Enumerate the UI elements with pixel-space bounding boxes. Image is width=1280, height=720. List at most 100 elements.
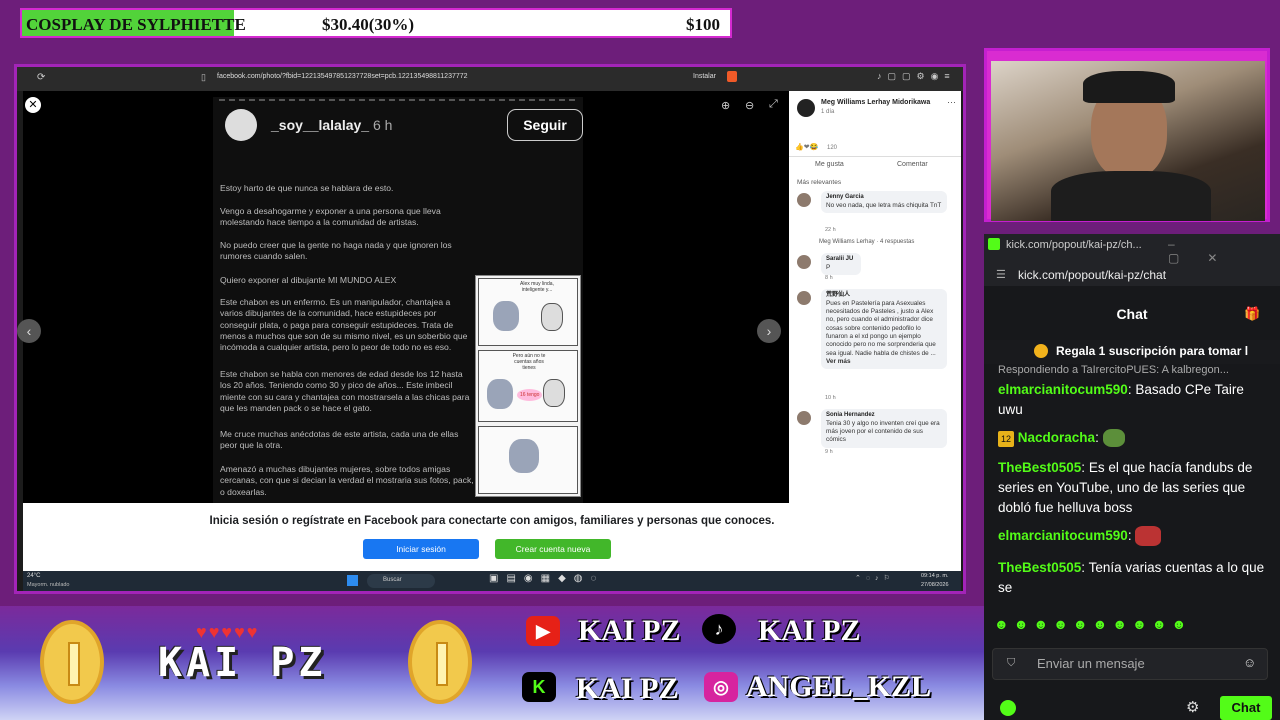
chat-message: 12 Nacdoracha:	[998, 428, 1266, 448]
kick-logo-icon	[1000, 700, 1016, 716]
more-options-icon[interactable]: ⋯	[947, 97, 956, 108]
pinned-app-icons[interactable]: ▣▤◉▦◆◍◌	[489, 573, 604, 584]
donation-goal-bar: COSPLAY DE SYLPHIETTE $30.40(30%) $100	[20, 8, 732, 38]
instagram-handle: ANGEL_KZL	[746, 670, 932, 703]
comment-time: 22 h	[825, 227, 836, 233]
chat-window-titlebar: kick.com/popout/kai-pz/ch... –▢✕ ☰ kick.…	[984, 234, 1280, 286]
threads-post-image: _soy__lalalay_ 6 h Seguir Estoy harto de…	[213, 97, 583, 503]
chat-username[interactable]: Nacdoracha	[1018, 430, 1095, 445]
post-paragraph: No puedo creer que la gente no haga nada…	[220, 240, 452, 262]
reactions-icon[interactable]: 👍❤😂	[795, 143, 818, 151]
clock-time[interactable]: 09:14 p. m.	[921, 573, 949, 579]
photo-viewer: ✕ ‹ › ⊕ ⊖ ⤢ _soy__lalalay_ 6 h Seguir Es…	[17, 91, 789, 503]
comment-text: P	[826, 263, 831, 271]
comment-author[interactable]: Saralii JU	[826, 256, 856, 264]
post-username: _soy__lalalay_	[271, 117, 370, 133]
browser-window: ⟳ ▯ facebook.com/photo/?fbid=12213549785…	[14, 64, 966, 594]
reload-icon[interactable]: ⟳	[37, 72, 45, 83]
avatar	[225, 109, 257, 141]
comment-time: 8 h	[825, 275, 833, 281]
comic-panel	[478, 426, 578, 494]
chat-message: elmarcianitocum590:	[998, 526, 1266, 547]
system-tray-icons[interactable]: ⌃◌♪⚐	[855, 574, 895, 582]
bookmark-icon[interactable]: ▯	[201, 72, 206, 83]
coin-icon	[40, 620, 104, 704]
see-more-link[interactable]: Ver más	[826, 358, 942, 366]
comment-bubble: 荒野仙人 Pues en Pastelería para Asexuales n…	[821, 289, 947, 370]
settings-icon[interactable]: ⚙	[1186, 698, 1199, 716]
emoji-icon[interactable]: ☺	[1243, 655, 1256, 670]
address-bar[interactable]: facebook.com/photo/?fbid=122135497851237…	[217, 73, 468, 80]
comment-time: 9 h	[825, 449, 833, 455]
login-message: Inicia sesión o regístrate en Facebook p…	[209, 515, 775, 527]
zoom-in-icon[interactable]: ⊕	[721, 99, 730, 112]
chat-username[interactable]: elmarcianitocum590	[998, 528, 1128, 543]
like-button[interactable]: Me gusta	[815, 161, 844, 168]
brave-shield-icon[interactable]	[727, 71, 737, 82]
comment-author[interactable]: 荒野仙人	[826, 292, 942, 300]
start-icon[interactable]	[347, 575, 358, 586]
kick-handle: KAI PZ	[576, 672, 679, 705]
close-icon[interactable]: ✕	[25, 97, 41, 113]
youtube-handle: KAI PZ	[578, 614, 681, 647]
chat-username[interactable]: TheBest0505	[998, 460, 1081, 475]
comment-item: 荒野仙人 Pues en Pastelería para Asexuales n…	[793, 289, 953, 409]
tiktok-icon: ♪	[702, 614, 736, 644]
author-name[interactable]: Meg Williams Lerhay Midorikawa	[821, 99, 930, 106]
chat-message: TheBest0505: Tenía varias cuentas a lo q…	[998, 560, 1265, 595]
youtube-icon: ▶	[526, 616, 560, 646]
comic-figure	[541, 303, 563, 331]
comment-author[interactable]: Jenny Garcia	[826, 194, 942, 202]
avatar	[797, 411, 811, 425]
author-avatar	[797, 99, 815, 117]
kick-chat-window: kick.com/popout/kai-pz/ch... –▢✕ ☰ kick.…	[984, 234, 1280, 720]
kick-icon	[988, 238, 1000, 250]
zoom-out-icon[interactable]: ⊖	[745, 99, 754, 112]
comic-panel: Alex muy linda, inteligente y...	[478, 278, 578, 346]
login-button[interactable]: Iniciar sesión	[363, 539, 479, 559]
post-paragraph: Me cruce muchas anécdotas de este artist…	[220, 429, 459, 451]
pinned-text: Regala 1 suscripción para tomar l	[1056, 344, 1249, 358]
clock-date[interactable]: 27/08/2026	[921, 582, 949, 588]
pinned-banner[interactable]: Regala 1 suscripción para tomar l	[984, 340, 1280, 364]
instagram-icon: ◎	[704, 672, 738, 702]
comment-text: Pues en Pastelería para Asexuales necesi…	[826, 299, 936, 357]
chat-header: Chat	[1116, 306, 1148, 322]
post-paragraph: Este chabon es un enfermo. Es un manipul…	[220, 297, 468, 353]
settings-sliders-icon[interactable]: ☰	[996, 268, 1006, 281]
comment-author[interactable]: Sonia Hernandez	[826, 412, 942, 420]
webcam-video	[991, 61, 1265, 221]
next-photo-button[interactable]: ›	[757, 319, 781, 343]
emote-bar[interactable]: ☻☻☻☻☻☻☻☻☻☻	[994, 616, 1264, 636]
chat-username[interactable]: TheBest0505	[998, 560, 1081, 575]
sort-dropdown[interactable]: Más relevantes	[797, 179, 841, 186]
reply-author: Meg Williams Lerhay	[819, 239, 875, 245]
window-controls[interactable]: –▢✕	[1168, 237, 1280, 265]
comic-panel: Pero aún no te cuentas años tienes 16 te…	[478, 350, 578, 422]
comment-button[interactable]: Comentar	[897, 161, 928, 168]
weather-temp[interactable]: 24°C	[27, 573, 40, 579]
comment-time: 10 h	[825, 395, 836, 401]
taskbar-search[interactable]: Buscar	[367, 574, 435, 588]
comment-bubble: Sonia Hernandez Tenia 30 y algo no inven…	[821, 409, 947, 448]
kick-icon: K	[522, 672, 556, 702]
gift-icon[interactable]: 🎁	[1244, 306, 1260, 322]
reply-count: · 4 respuestas	[876, 239, 915, 245]
comic-caption: Pero aún no te cuentas años tienes	[512, 353, 546, 371]
follow-button[interactable]: Seguir	[507, 109, 583, 141]
chat-username[interactable]: elmarcianitocum590	[998, 382, 1128, 397]
fullscreen-icon[interactable]: ⤢	[769, 98, 778, 111]
send-chat-button[interactable]: Chat	[1220, 696, 1272, 720]
weather-text: Mayorm. nublado	[27, 582, 70, 588]
webcam-frame	[984, 48, 1270, 222]
post-paragraph: Quiero exponer al dibujante MI MUNDO ALE…	[220, 275, 397, 285]
browser-extension-icons[interactable]: ♪▢▢⚙◉≡	[877, 71, 956, 82]
prev-photo-button[interactable]: ‹	[17, 319, 41, 343]
install-button[interactable]: Instalar	[693, 73, 716, 80]
replies-link[interactable]: Meg Williams Lerhay · 4 respuestas	[819, 239, 914, 245]
signup-button[interactable]: Crear cuenta nueva	[495, 539, 611, 559]
chat-address[interactable]: kick.com/popout/kai-pz/chat	[1018, 268, 1166, 282]
emote-icon	[1135, 526, 1162, 547]
chat-input[interactable]: ⛉ Enviar un mensaje ☺	[992, 648, 1268, 680]
post-paragraph: Vengo a desahogarme y exponer a una pers…	[220, 206, 441, 228]
